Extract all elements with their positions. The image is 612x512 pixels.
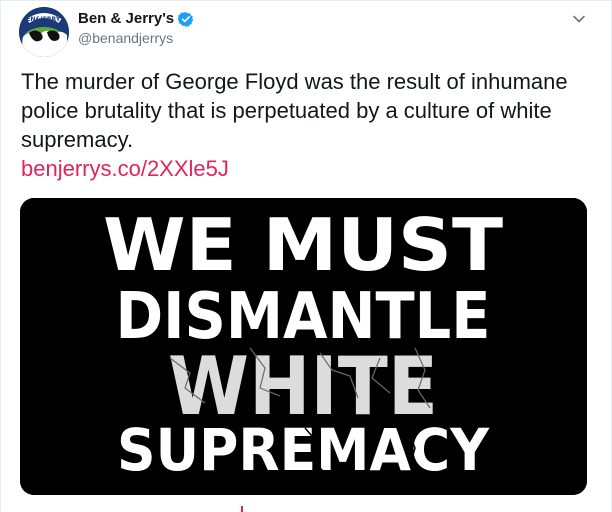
media-graphic: WE MUST DISMANTLE WHITE SUPREMACY (20, 198, 587, 495)
ben-and-jerrys-logo: BEN&JERRY'S (19, 7, 69, 57)
chevron-down-icon[interactable] (569, 9, 589, 29)
action-bar-edge (241, 506, 249, 512)
media-line-1: WE MUST (103, 203, 503, 287)
author-name-row: Ben & Jerry's (78, 10, 194, 27)
avatar-logo-text: BEN&JERRY'S (22, 16, 67, 23)
verified-badge-icon (177, 11, 194, 27)
author-display-name[interactable]: Ben & Jerry's (78, 10, 174, 27)
tweet-text: The murder of George Floyd was the resul… (21, 69, 568, 152)
tweet-card: BEN&JERRY'S Ben & Jerry's @benandjerrys … (0, 0, 612, 512)
avatar[interactable]: BEN&JERRY'S (19, 7, 69, 57)
tweet-link[interactable]: benjerrys.co/2XXle5J (21, 154, 591, 183)
tweet-body: The murder of George Floyd was the resul… (21, 67, 591, 183)
tweet-media-image[interactable]: WE MUST DISMANTLE WHITE SUPREMACY (20, 198, 587, 495)
author-handle[interactable]: @benandjerrys (78, 30, 173, 46)
media-line-4: SUPREMACY (117, 416, 490, 484)
